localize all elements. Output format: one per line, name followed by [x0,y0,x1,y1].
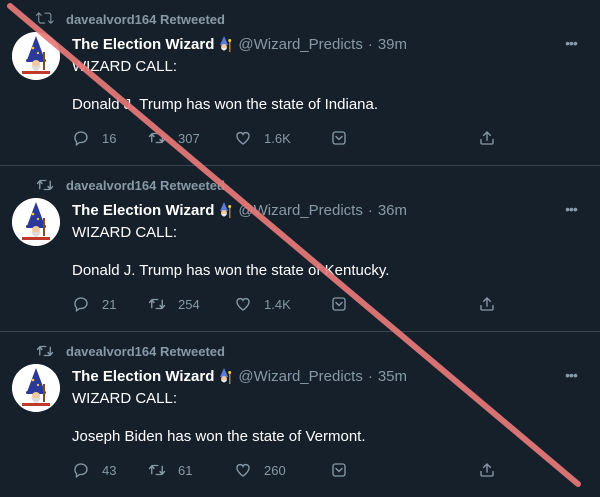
tweet-text-line1: WIZARD CALL: [72,58,178,75]
display-name[interactable]: The Election Wizard [72,368,214,385]
wizard-avatar [12,32,60,80]
reply-icon [74,131,88,147]
wizard-avatar [12,364,60,412]
upload-button[interactable] [478,128,496,148]
tweet-header: The Election Wizard @Wizard_Predicts · 3… [72,366,407,386]
tweet-text: WIZARD CALL: Donald J. Trump has won the… [72,57,572,115]
tweet-text-line1: WIZARD CALL: [72,390,178,407]
retweeted-header: davealvord164 Retweeted [36,176,225,194]
retweeted-header: davealvord164 Retweeted [36,342,225,360]
retweet-count: 254 [178,296,200,312]
upload-button[interactable] [478,294,496,314]
retweet-icon [148,298,166,310]
like-button[interactable]: 1.4K [234,294,291,314]
retweet-icon [148,464,166,476]
timestamp[interactable]: 36m [378,202,407,219]
retweet-icon [36,179,54,191]
upload-icon [480,131,494,145]
like-count: 1.6K [264,130,291,146]
mage-emoji-icon [216,35,234,53]
tweet-card[interactable]: davealvord164 Retweeted The Election Wiz… [0,166,600,332]
tweet-text-line2: Donald J. Trump has won the state of Ind… [72,96,379,113]
action-bar: 21 254 1.4K [72,294,512,314]
retweet-icon [148,132,166,144]
action-bar: 43 61 260 [72,460,512,480]
reply-button[interactable]: 43 [72,460,116,480]
retweet-button[interactable]: 61 [148,460,192,480]
heart-icon [236,297,250,311]
timestamp[interactable]: 35m [378,368,407,385]
avatar[interactable] [12,198,60,246]
reply-count: 21 [102,296,117,312]
tweet-card[interactable]: davealvord164 Retweeted The Election Wiz… [0,332,600,497]
mage-emoji-icon [216,367,234,385]
upload-icon [480,463,494,477]
retweeted-by-label[interactable]: davealvord164 Retweeted [66,178,225,193]
retweeted-by-label[interactable]: davealvord164 Retweeted [66,12,225,27]
upload-icon [480,297,494,311]
retweet-count: 61 [178,462,193,478]
tweet-text-line2: Donald J. Trump has won the state of Ken… [72,262,390,279]
share-button[interactable] [330,128,348,148]
heart-icon [236,463,250,477]
retweeted-header: davealvord164 Retweeted [36,10,225,28]
retweet-icon [36,345,54,357]
action-bar: 16 307 1.6K [72,128,512,148]
separator-dot: · [367,201,373,219]
reply-count: 16 [102,130,117,146]
tweet-header: The Election Wizard @Wizard_Predicts · 3… [72,34,407,54]
display-name[interactable]: The Election Wizard [72,202,214,219]
like-button[interactable]: 260 [234,460,286,480]
more-icon[interactable]: ••• [562,202,580,216]
more-icon[interactable]: ••• [562,368,580,382]
retweet-count: 307 [178,130,200,146]
wizard-avatar [12,198,60,246]
like-count: 1.4K [264,296,291,312]
reply-icon [74,463,88,479]
share-icon [332,463,346,477]
share-icon [332,131,346,145]
mage-emoji-icon [216,201,234,219]
tweet-card[interactable]: davealvord164 Retweeted The Election Wiz… [0,0,600,166]
share-icon [332,297,346,311]
reply-icon [74,297,88,313]
tweet-text-line2: Joseph Biden has won the state of Vermon… [72,428,366,445]
avatar[interactable] [12,364,60,412]
reply-button[interactable]: 16 [72,128,116,148]
like-count: 260 [264,462,286,478]
share-button[interactable] [330,460,348,480]
tweet-text-line1: WIZARD CALL: [72,224,178,241]
tweet-text: WIZARD CALL: Joseph Biden has won the st… [72,389,572,447]
tweet-text: WIZARD CALL: Donald J. Trump has won the… [72,223,572,281]
timestamp[interactable]: 39m [378,36,407,53]
avatar[interactable] [12,32,60,80]
retweet-button[interactable]: 307 [148,128,200,148]
separator-dot: · [367,367,373,385]
reply-count: 43 [102,462,117,478]
display-name[interactable]: The Election Wizard [72,36,214,53]
retweet-icon [36,12,54,24]
like-button[interactable]: 1.6K [234,128,291,148]
timeline-feed: davealvord164 Retweeted The Election Wiz… [0,0,600,497]
handle[interactable]: @Wizard_Predicts [238,202,362,219]
share-button[interactable] [330,294,348,314]
handle[interactable]: @Wizard_Predicts [238,368,362,385]
tweet-header: The Election Wizard @Wizard_Predicts · 3… [72,200,407,220]
separator-dot: · [367,35,373,53]
handle[interactable]: @Wizard_Predicts [238,36,362,53]
upload-button[interactable] [478,460,496,480]
retweet-button[interactable]: 254 [148,294,200,314]
retweeted-by-label[interactable]: davealvord164 Retweeted [66,344,225,359]
heart-icon [236,131,250,145]
more-icon[interactable]: ••• [562,36,580,50]
reply-button[interactable]: 21 [72,294,116,314]
